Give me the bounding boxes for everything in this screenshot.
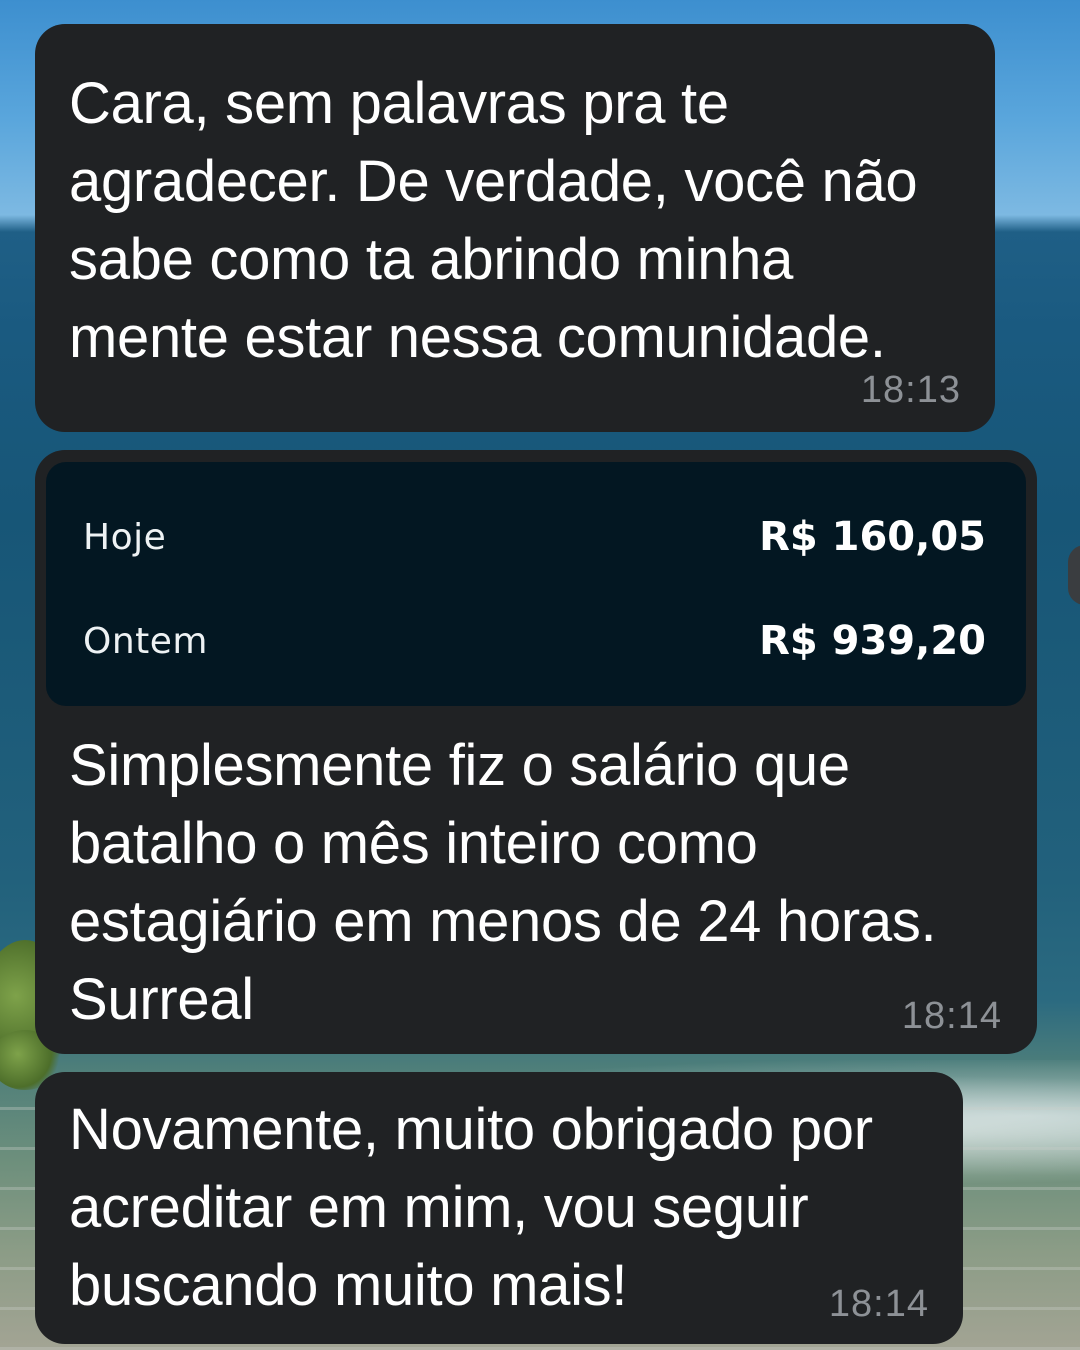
message-bubble[interactable]: Cara, sem palavras pra te agradecer. De … (35, 24, 995, 432)
reaction-handle[interactable] (1068, 545, 1080, 605)
earnings-label: Hoje (83, 516, 167, 558)
earnings-label: Ontem (83, 620, 208, 662)
message-bubble-with-image[interactable]: Hoje R$ 160,05 Ontem R$ 939,20 Simplesme… (35, 450, 1037, 1054)
message-timestamp: 18:14 (828, 1283, 929, 1325)
earnings-row-yesterday: Ontem R$ 939,20 (83, 618, 986, 664)
message-text: Novamente, muito obrigado por acreditar … (69, 1097, 873, 1318)
message-timestamp: 18:13 (860, 369, 961, 411)
message-bubble[interactable]: Novamente, muito obrigado por acreditar … (35, 1072, 963, 1344)
earnings-value: R$ 160,05 (759, 514, 986, 560)
earnings-value: R$ 939,20 (759, 618, 986, 664)
message-text: Simplesmente fiz o salário que batalho o… (69, 733, 937, 1032)
message-text: Cara, sem palavras pra te agradecer. De … (69, 71, 918, 370)
earnings-screenshot[interactable]: Hoje R$ 160,05 Ontem R$ 939,20 (46, 462, 1026, 706)
message-timestamp: 18:14 (901, 995, 1002, 1037)
earnings-row-today: Hoje R$ 160,05 (83, 514, 986, 560)
